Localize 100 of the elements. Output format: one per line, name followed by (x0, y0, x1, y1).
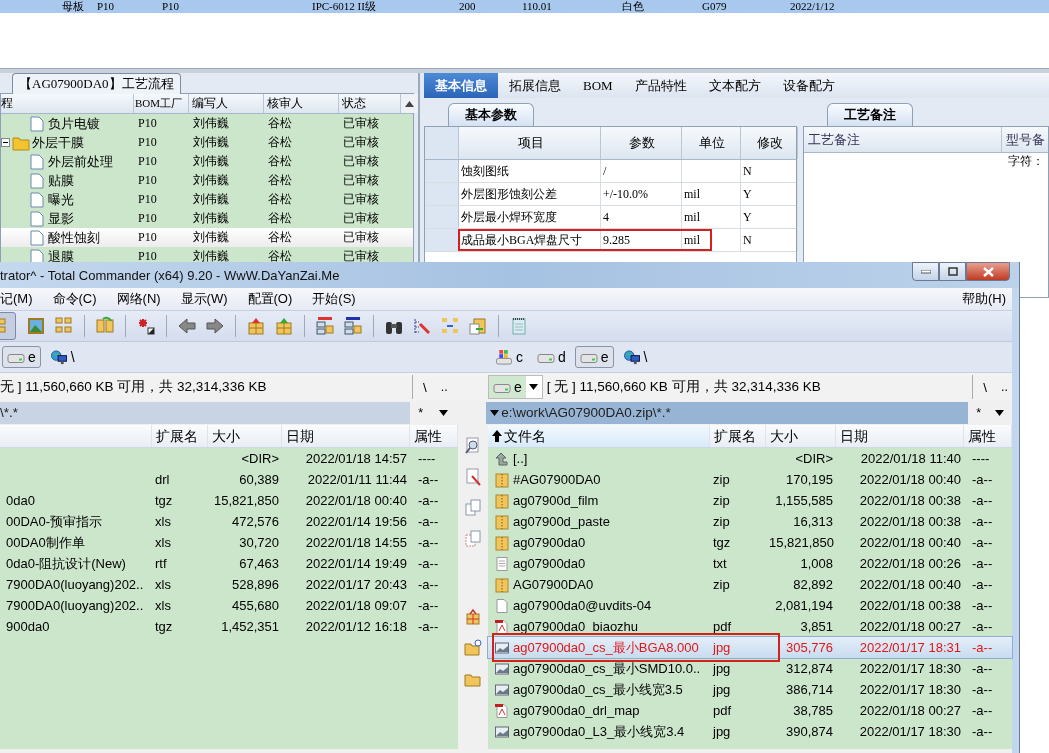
column-header[interactable]: 扩展名 (710, 425, 766, 447)
view-icon[interactable] (464, 437, 482, 455)
column-header[interactable]: 单位 (682, 127, 741, 159)
tree-item[interactable]: 外层前处理 (48, 152, 113, 171)
drive-button[interactable]: c (490, 346, 528, 368)
parent-button[interactable]: .. (997, 380, 1012, 394)
file-row[interactable]: ag07900da0 txt 1,008 2022/01/18 00:26 -a-- (488, 553, 1012, 574)
parent-button[interactable]: .. (436, 380, 452, 394)
file-row[interactable]: 0da0-阻抗设计(New) rtf 67,463 2022/01/14 19:49 -a-- (0, 553, 458, 574)
column-header[interactable]: 核审人 (264, 94, 339, 113)
tree-item[interactable]: 贴膜 (48, 171, 74, 190)
note-text: 字符： (1008, 153, 1044, 170)
tab[interactable]: 拓展信息 (498, 73, 572, 98)
file-row[interactable]: [..] <DIR> 2022/01/18 11:40 ---- (488, 448, 1012, 469)
drive-button[interactable]: \ (617, 346, 653, 368)
drive-button[interactable]: \ (44, 346, 80, 368)
table-cell: 成品最小BGA焊盘尺寸 (459, 229, 601, 251)
file-row[interactable]: <DIR> 2022/01/18 14:57 ---- (0, 448, 458, 469)
file-row[interactable]: 900da0 tgz 1,452,351 2022/01/12 16:18 -a-- (0, 616, 458, 637)
menu-item[interactable]: 帮助(H) (961, 290, 1006, 308)
file-row[interactable]: 00DA0制作单 xls 30,720 2022/01/18 14:55 -a-- (0, 532, 458, 553)
drive-button[interactable]: e (574, 346, 614, 368)
tab[interactable]: BOM (572, 73, 624, 98)
tab[interactable]: 基本信息 (424, 73, 498, 98)
file-row[interactable]: drl 60,389 2022/01/11 11:44 -a-- (0, 469, 458, 490)
panel-tab[interactable]: 基本参数 (448, 103, 534, 126)
table-cell-text: 已审核 (342, 191, 380, 208)
drive-button[interactable]: e (2, 346, 41, 368)
file-row[interactable]: ag07900da0 tgz 15,821,850 2022/01/18 00:40 -a-- (488, 532, 1012, 553)
column-header[interactable]: 日期 (836, 425, 964, 447)
tree-item[interactable]: 外层干膜 (32, 133, 84, 152)
file-row[interactable]: ag07900d_paste zip 16,313 2022/01/18 00:38 -a-- (488, 511, 1012, 532)
column-header[interactable]: 参数 (601, 127, 682, 159)
file-row[interactable]: ag07900da0_L3_最小线宽3.4 jpg 390,874 2022/01/17 18:30 -a-- (488, 721, 1012, 742)
filter-dropdown[interactable]: * (410, 406, 457, 420)
filter-dropdown[interactable]: * (968, 406, 1012, 420)
tree-item[interactable]: 显影 (48, 209, 74, 228)
column-header[interactable]: BOM工厂 (134, 94, 189, 113)
tab[interactable]: 设备配方 (771, 73, 846, 98)
file-name: ag07900da0 (513, 534, 586, 552)
menu-item[interactable]: 记(M) (0, 290, 33, 308)
collapse-icon[interactable] (1, 138, 10, 147)
root-button[interactable]: \ (412, 375, 437, 399)
menu-item[interactable]: 开始(S) (312, 290, 356, 308)
close-button[interactable] (966, 262, 1010, 281)
menu-item[interactable]: 配置(O) (247, 290, 293, 308)
menu-item[interactable]: 显示(W) (180, 290, 228, 308)
copy-icon[interactable] (464, 499, 482, 517)
file-row[interactable]: ag07900da0_cs_最小SMD10.0.. jpg 312,874 2022/01/17 18:30 -a-- (488, 658, 1012, 679)
caret-icon (528, 384, 538, 390)
scroll-up-icon[interactable] (405, 101, 414, 107)
file-row[interactable]: 7900DA0(luoyang)202.. xls 528,896 2022/01/17 20:43 -a-- (0, 574, 458, 595)
caret-icon (490, 410, 500, 416)
tree-item[interactable]: 酸性蚀刻 (48, 228, 100, 247)
file-row[interactable]: ag07900da0@uvdits-04 2,081,194 2022/01/18 00:38 -a-- (488, 595, 1012, 616)
file-name: AG07900DA0 (513, 576, 594, 594)
path-field[interactable]: \*.* (0, 402, 18, 424)
column-header[interactable]: 工艺备注 (804, 127, 1002, 152)
text-file-icon (494, 555, 510, 572)
file-row[interactable]: 7900DA0(luoyang)202.. xls 455,680 2022/01/18 09:07 -a-- (0, 595, 458, 616)
edit-icon[interactable] (464, 468, 482, 486)
tab[interactable]: 文本配方 (697, 73, 772, 98)
file-row[interactable]: 0da0 tgz 15,821,850 2022/01/18 00:40 -a-- (0, 490, 458, 511)
column-header[interactable]: 日期 (282, 425, 410, 447)
file-row[interactable]: AG07900DA0 zip 82,892 2022/01/18 00:40 -a-- (488, 574, 1012, 595)
column-header[interactable]: 修改 (741, 127, 798, 159)
tree-item[interactable]: 负片电镀 (48, 114, 100, 133)
column-header[interactable]: 文件名 (488, 425, 710, 447)
menu-item[interactable]: 命令(C) (52, 290, 97, 308)
column-header[interactable]: 大小 (208, 425, 282, 447)
new-folder-icon[interactable] (464, 639, 482, 657)
file-size: 170,195 (786, 472, 833, 487)
tab[interactable]: 产品特性 (623, 73, 698, 98)
file-name: ag07900da0_cs_最小线宽3.5 (513, 681, 683, 699)
file-row[interactable]: ag07900da0_cs_最小线宽3.5 jpg 386,714 2022/01/17 18:30 -a-- (488, 679, 1012, 700)
root-button[interactable]: \ (972, 375, 998, 399)
file-row[interactable]: 00DA0-预审指示 xls 472,576 2022/01/14 19:56 -a-- (0, 511, 458, 532)
maximize-button[interactable] (939, 262, 966, 281)
column-header[interactable]: 扩展名 (152, 425, 208, 447)
column-header[interactable]: 项目 (459, 127, 601, 159)
move-icon[interactable] (464, 530, 482, 548)
file-row[interactable]: ag07900d_film zip 1,155,585 2022/01/18 00:38 -a-- (488, 490, 1012, 511)
tree-item[interactable]: 曝光 (48, 190, 74, 209)
tree-item[interactable]: 退膜 (48, 247, 74, 266)
file-date: 2022/01/14 19:56 (305, 514, 407, 529)
column-header[interactable]: 大小 (766, 425, 836, 447)
minimize-button[interactable] (912, 262, 939, 281)
file-row[interactable]: ag07900da0_biaozhu pdf 3,851 2022/01/18 00:27 -a-- (488, 616, 1012, 637)
column-header[interactable]: 属性 (964, 425, 1012, 447)
column-header[interactable]: 编写人 (189, 94, 264, 113)
column-header[interactable]: 程 (1, 94, 134, 113)
column-header[interactable]: 型号备 (1002, 127, 1049, 152)
menu-item[interactable]: 网络(N) (116, 290, 161, 308)
file-row[interactable]: ag07900da0_drl_map pdf 38,785 2022/01/18 00:27 -a-- (488, 700, 1012, 721)
panel-tab[interactable]: 工艺备注 (827, 103, 913, 126)
disk-info: [ 无 ] 11,560,660 KB 可用，共 32,314,336 KB (546, 378, 821, 396)
pack-icon[interactable] (464, 608, 482, 626)
file-row[interactable]: #AG07900DA0 zip 170,195 2022/01/18 00:40 -a-- (488, 469, 1012, 490)
drive-button[interactable]: d (532, 346, 571, 368)
drive-dropdown[interactable]: e (488, 375, 543, 399)
